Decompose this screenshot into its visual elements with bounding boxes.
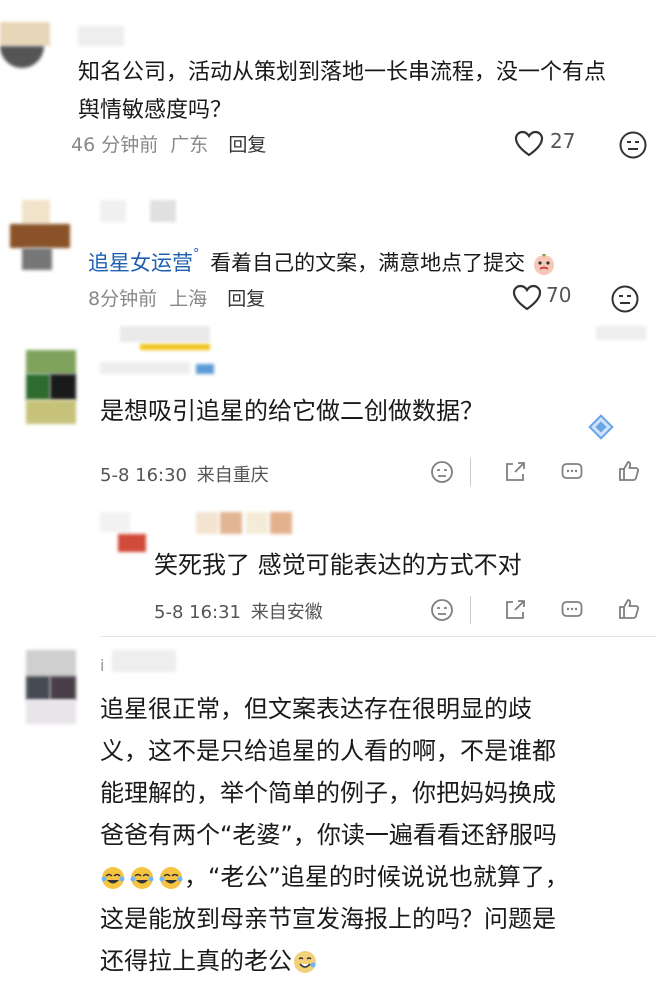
comment-meta: 46 分钟前 广东 回复 (71, 130, 266, 157)
share-icon[interactable] (503, 460, 527, 484)
divider (470, 458, 471, 486)
timestamp: 5-8 16:31 (154, 602, 241, 623)
timestamp: 5-8 16:30 (100, 465, 187, 486)
reply-button[interactable]: 回复 (227, 288, 265, 310)
share-icon[interactable] (503, 598, 527, 622)
username-fragment: i (100, 656, 105, 675)
reply-text: 笑死我了 感觉可能表达的方式不对 (154, 551, 522, 579)
text-line: 爸爸有两个“老婆”，你读一遍看看还舒服吗 (100, 821, 557, 849)
heart-icon[interactable] (514, 130, 544, 158)
like-thumb-icon[interactable] (617, 459, 641, 483)
comment-body: 追星女运营° 看着自己的文案，满意地点了提交 (88, 247, 556, 277)
username-redacted (78, 26, 124, 46)
section-divider (100, 636, 656, 637)
comment-meta: 8分钟前 上海 回复 (88, 284, 265, 311)
timestamp: 46 分钟前 (71, 134, 159, 156)
cropped-header (100, 322, 656, 376)
like-count: 70 (546, 283, 572, 307)
username-link[interactable]: 追星女运营 (88, 251, 193, 275)
username-redacted (150, 200, 176, 222)
timestamp: 8分钟前 (88, 288, 158, 310)
verified-icon: ° (193, 247, 200, 262)
location: 广东 (170, 134, 209, 156)
divider (470, 596, 471, 624)
avatar[interactable] (0, 200, 76, 270)
comment-icon[interactable] (560, 598, 584, 622)
avatar[interactable] (0, 22, 50, 68)
text-line: 这是能放到母亲节宣发海报上的吗？问题是 (100, 905, 556, 933)
emoji-face-icon[interactable] (430, 460, 454, 484)
text-line-with-emoji: ，“老公”追星的时候说说也就算了， (100, 856, 569, 898)
weibo-meta: 5-8 16:30 来自重庆 (100, 461, 269, 487)
emoji-face-icon[interactable] (610, 284, 640, 314)
text-line-with-emoji: 还得拉上真的老公 (100, 940, 569, 982)
text-line: 能理解的，举个简单的例子，你把妈妈换成 (100, 779, 556, 807)
reply-avatar (100, 512, 150, 552)
crying-emoji-icon (532, 252, 556, 276)
emoji-face-icon[interactable] (618, 130, 648, 160)
avatar[interactable] (26, 350, 76, 424)
reply-button[interactable]: 回复 (228, 134, 266, 156)
emoji-face-icon[interactable] (430, 598, 454, 622)
source: 来自重庆 (196, 465, 269, 486)
source: 来自安徽 (250, 602, 323, 623)
username-redacted (196, 512, 300, 534)
weibo-long-text: 追星很正常，但文案表达存在很明显的歧 义，这不是只给追星的人看的啊，不是谁都 能… (100, 688, 569, 982)
comment-icon[interactable] (560, 460, 584, 484)
doge-laugh-emoji-icon (292, 949, 318, 975)
weibo-text: 是想吸引追星的给它做二创做数据？ (100, 397, 484, 425)
location: 上海 (169, 288, 208, 310)
text-line: 义，这不是只给追星的人看的啊，不是谁都 (100, 737, 556, 765)
like-count: 27 (550, 129, 576, 153)
reply-meta: 5-8 16:31 来自安徽 (154, 598, 323, 624)
sparkle-diamond-icon (584, 410, 618, 444)
username-redacted (100, 200, 126, 222)
avatar[interactable] (26, 650, 76, 724)
like-thumb-icon[interactable] (617, 597, 641, 621)
heart-icon[interactable] (512, 284, 542, 312)
laugh-cry-emoji-icon (100, 865, 184, 891)
text-line: 追星很正常，但文案表达存在很明显的歧 (100, 695, 532, 723)
comment-text: 看着自己的文案，满意地点了提交 (210, 251, 526, 275)
comment-text: 知名公司，活动从策划到落地一长串流程，没一个有点 舆情敏感度吗？ (78, 60, 607, 123)
username-redacted (112, 650, 176, 672)
